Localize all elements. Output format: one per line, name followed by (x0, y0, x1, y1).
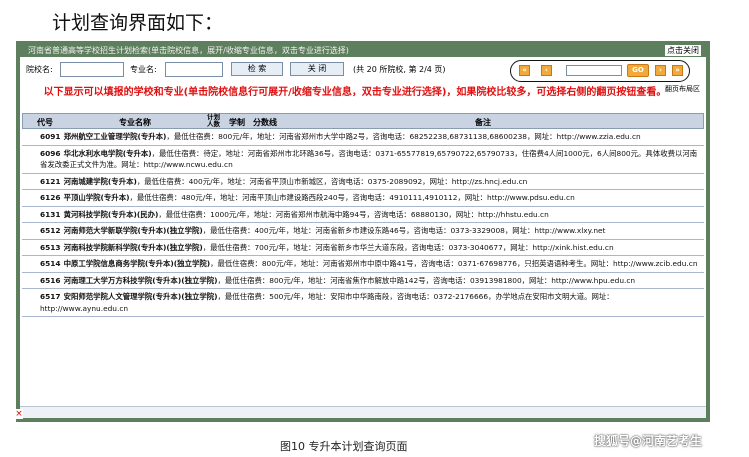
school-name-label: 院校名: (26, 65, 53, 74)
school-row[interactable]: 6512 河南师范大学新联学院(专升本)(独立学院)，最低住宿费：400元/年，地… (22, 223, 704, 240)
close-x-icon[interactable]: × (15, 409, 23, 419)
header-system: 学制 (229, 118, 245, 127)
go-button[interactable]: GO (627, 64, 649, 77)
school-row[interactable]: 6517 安阳师范学院人文管理学院(专升本)(独立学院)，最低住宿费：500元/年… (22, 289, 704, 317)
window-content: 河南省普通高等学校招生计划检索(单击院校信息，展开/收缩专业信息，双击专业进行选… (20, 44, 706, 418)
school-row[interactable]: 6131 黄河科技学院(专升本)(民办)，最低住宿费：1000元/年，地址：河南省… (22, 207, 704, 223)
last-page-button[interactable]: » (672, 65, 683, 76)
instruction-notice: 以下显示可以填报的学校和专业(单击院校信息行可展开/收缩专业信息，双击专业进行选… (43, 87, 667, 98)
header-code: 代号 (37, 118, 53, 127)
first-page-button[interactable]: « (519, 65, 530, 76)
school-list: 6091 郑州航空工业管理学院(专升本)，最低住宿费：800元/年，地址：河南省郑… (22, 129, 704, 317)
header-plan-count: 计划人数 (207, 113, 220, 128)
pagination-controls: « ‹ GO › » (510, 60, 690, 82)
school-row[interactable]: 6096 华北水利水电学院(专升本)，最低住宿费：待定，地址：河南省郑州市北环路3… (22, 146, 704, 174)
school-row[interactable]: 6126 平顶山学院(专升本)，最低住宿费：480元/年，地址：河南平顶山市建设路… (22, 190, 704, 207)
window-titlebar: 河南省普通高等学校招生计划检索(单击院校信息，展开/收缩专业信息，双击专业进行选… (20, 44, 706, 57)
page-number-input[interactable] (566, 65, 622, 76)
window-title: 河南省普通高等学校招生计划检索(单击院校信息，展开/收缩专业信息，双击专业进行选… (28, 46, 349, 55)
figure-caption: 图10 专升本计划查询页面 (280, 440, 408, 453)
table-header: 代号 专业名称 计划人数 学制 分数线 备注 (22, 113, 704, 129)
previous-page-button[interactable]: ‹ (541, 65, 552, 76)
school-row[interactable]: 6513 河南科技学院新科学院(专升本)(独立学院)，最低住宿费：700元/年，地… (22, 240, 704, 256)
school-row[interactable]: 6516 河南理工大学万方科技学院(专升本)(独立学院)，最低住宿费：800元/年… (22, 273, 704, 289)
close-button[interactable]: 关 闭 (290, 62, 344, 76)
school-row[interactable]: 6514 中原工学院信息商务学院(专升本)(独立学院)，最低住宿费：800元/年，… (22, 256, 704, 273)
search-button[interactable]: 检 索 (231, 62, 283, 76)
page-info: (共 20 所院校, 第 2/4 页) (353, 65, 446, 74)
school-name-input[interactable] (60, 62, 124, 77)
horizontal-scrollbar[interactable] (20, 406, 706, 418)
major-name-label: 专业名: (130, 65, 157, 74)
header-remarks: 备注 (475, 118, 491, 127)
plan-query-window: 河南省普通高等学校招生计划检索(单击院校信息，展开/收缩专业信息，双击专业进行选… (15, 41, 710, 422)
school-row[interactable]: 6121 河南城建学院(专升本)，最低住宿费：400元/年，地址：河南省平顶山市新… (22, 174, 704, 190)
page-heading: 计划查询界面如下： (52, 12, 224, 34)
school-row[interactable]: 6091 郑州航空工业管理学院(专升本)，最低住宿费：800元/年，地址：河南省郑… (22, 129, 704, 146)
watermark: 搜狐号@河南艺考生 (594, 434, 703, 448)
major-name-input[interactable] (165, 62, 223, 77)
header-major-name: 专业名称 (119, 118, 151, 127)
close-window-link[interactable]: 点击关闭 (665, 45, 701, 56)
next-page-button[interactable]: › (655, 65, 666, 76)
header-score-line: 分数线 (253, 118, 277, 127)
